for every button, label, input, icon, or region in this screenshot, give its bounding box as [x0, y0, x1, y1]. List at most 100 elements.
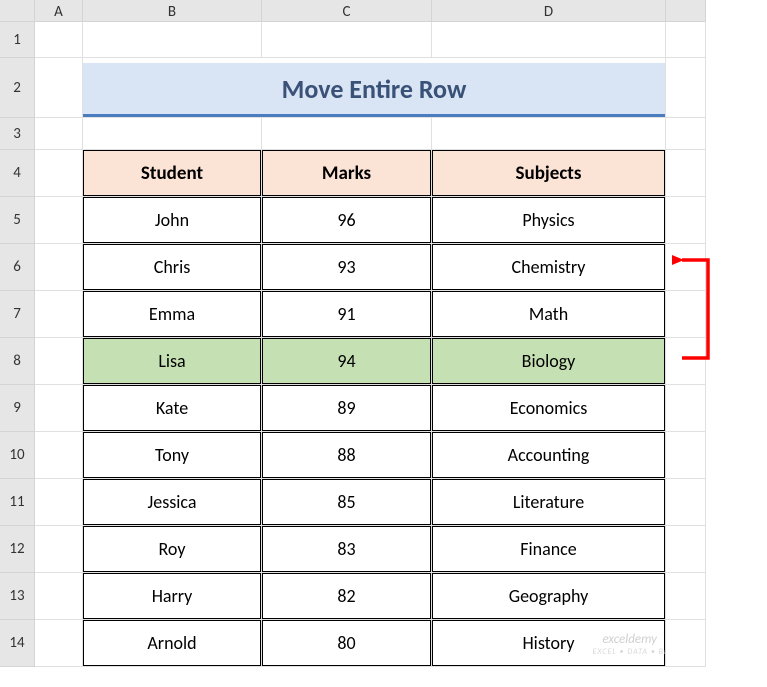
cell[interactable]	[666, 244, 706, 291]
cell-student: Roy	[83, 526, 261, 572]
cell[interactable]	[35, 197, 83, 244]
table-row[interactable]: Physics	[432, 197, 666, 244]
cell[interactable]	[666, 432, 706, 479]
row-header[interactable]: 2	[0, 58, 35, 118]
table-row[interactable]: Literature	[432, 479, 666, 526]
table-row[interactable]: 94	[262, 338, 432, 385]
cell[interactable]	[35, 22, 83, 58]
cell[interactable]	[35, 244, 83, 291]
table-header-cell[interactable]: Subjects	[432, 150, 666, 197]
cell[interactable]	[262, 22, 432, 58]
cell-subject: Accounting	[432, 432, 665, 478]
table-header-cell[interactable]: Student	[83, 150, 262, 197]
cell[interactable]	[35, 385, 83, 432]
table-row[interactable]: Chemistry	[432, 244, 666, 291]
table-row[interactable]: Roy	[83, 526, 262, 573]
row-header[interactable]: 9	[0, 385, 35, 432]
table-row[interactable]: Jessica	[83, 479, 262, 526]
col-header-c[interactable]: C	[262, 0, 432, 22]
cell[interactable]	[666, 620, 706, 667]
cell[interactable]	[262, 118, 432, 150]
row-header[interactable]: 5	[0, 197, 35, 244]
cell[interactable]	[666, 118, 706, 150]
cell[interactable]	[666, 573, 706, 620]
cell[interactable]	[666, 58, 706, 118]
cell-student: Harry	[83, 573, 261, 619]
table-row[interactable]: 91	[262, 291, 432, 338]
cell[interactable]	[83, 118, 262, 150]
row-header[interactable]: 3	[0, 118, 35, 150]
cell[interactable]	[666, 291, 706, 338]
cell[interactable]	[666, 22, 706, 58]
col-header-extra[interactable]	[666, 0, 706, 22]
table-row[interactable]: 96	[262, 197, 432, 244]
table-row[interactable]: Math	[432, 291, 666, 338]
cell[interactable]	[35, 150, 83, 197]
table-row[interactable]: Accounting	[432, 432, 666, 479]
cell-subject: Economics	[432, 385, 665, 431]
table-row[interactable]: Finance	[432, 526, 666, 573]
row-header[interactable]: 4	[0, 150, 35, 197]
cell-marks: 94	[262, 338, 431, 384]
table-row[interactable]: Lisa	[83, 338, 262, 385]
corner-cell[interactable]	[0, 0, 35, 22]
col-header-a[interactable]: A	[35, 0, 83, 22]
table-row[interactable]: Emma	[83, 291, 262, 338]
table-row[interactable]: 80	[262, 620, 432, 667]
cell[interactable]	[666, 479, 706, 526]
cell[interactable]	[666, 385, 706, 432]
table-row[interactable]: Chris	[83, 244, 262, 291]
row-header[interactable]: 14	[0, 620, 35, 667]
col-header-d[interactable]: D	[432, 0, 666, 22]
title-cell[interactable]: Move Entire Row	[83, 58, 666, 118]
cell[interactable]	[35, 338, 83, 385]
cell[interactable]	[666, 150, 706, 197]
table-row[interactable]: Arnold	[83, 620, 262, 667]
cell[interactable]	[35, 118, 83, 150]
cell[interactable]	[83, 22, 262, 58]
cell-marks: 93	[262, 244, 431, 290]
table-row[interactable]: 89	[262, 385, 432, 432]
cell-student: Lisa	[83, 338, 261, 384]
cell[interactable]	[35, 620, 83, 667]
cell-subject: Geography	[432, 573, 665, 619]
table-row[interactable]: John	[83, 197, 262, 244]
table-row[interactable]: 83	[262, 526, 432, 573]
table-row[interactable]: 85	[262, 479, 432, 526]
header-marks: Marks	[262, 150, 431, 196]
row-header[interactable]: 7	[0, 291, 35, 338]
row-header[interactable]: 6	[0, 244, 35, 291]
table-row[interactable]: Geography	[432, 573, 666, 620]
row-header[interactable]: 13	[0, 573, 35, 620]
table-row[interactable]: Economics	[432, 385, 666, 432]
cell[interactable]	[35, 291, 83, 338]
cell[interactable]	[432, 22, 666, 58]
cell[interactable]	[35, 573, 83, 620]
row-header[interactable]: 10	[0, 432, 35, 479]
cell[interactable]	[35, 432, 83, 479]
cell[interactable]	[666, 197, 706, 244]
cell[interactable]	[35, 479, 83, 526]
cell-subject: Literature	[432, 479, 665, 525]
table-row[interactable]: Biology	[432, 338, 666, 385]
table-row[interactable]: 93	[262, 244, 432, 291]
cell[interactable]	[35, 526, 83, 573]
cell-subject: Finance	[432, 526, 665, 572]
row-header[interactable]: 12	[0, 526, 35, 573]
table-row[interactable]: 82	[262, 573, 432, 620]
col-header-b[interactable]: B	[83, 0, 262, 22]
row-header[interactable]: 8	[0, 338, 35, 385]
row-header[interactable]: 11	[0, 479, 35, 526]
table-row[interactable]: Tony	[83, 432, 262, 479]
cell-marks: 83	[262, 526, 431, 572]
cell-marks: 89	[262, 385, 431, 431]
cell[interactable]	[666, 526, 706, 573]
table-header-cell[interactable]: Marks	[262, 150, 432, 197]
cell[interactable]	[432, 118, 666, 150]
table-row[interactable]: 88	[262, 432, 432, 479]
cell[interactable]	[666, 338, 706, 385]
cell[interactable]	[35, 58, 83, 118]
row-header[interactable]: 1	[0, 22, 35, 58]
table-row[interactable]: Harry	[83, 573, 262, 620]
table-row[interactable]: Kate	[83, 385, 262, 432]
